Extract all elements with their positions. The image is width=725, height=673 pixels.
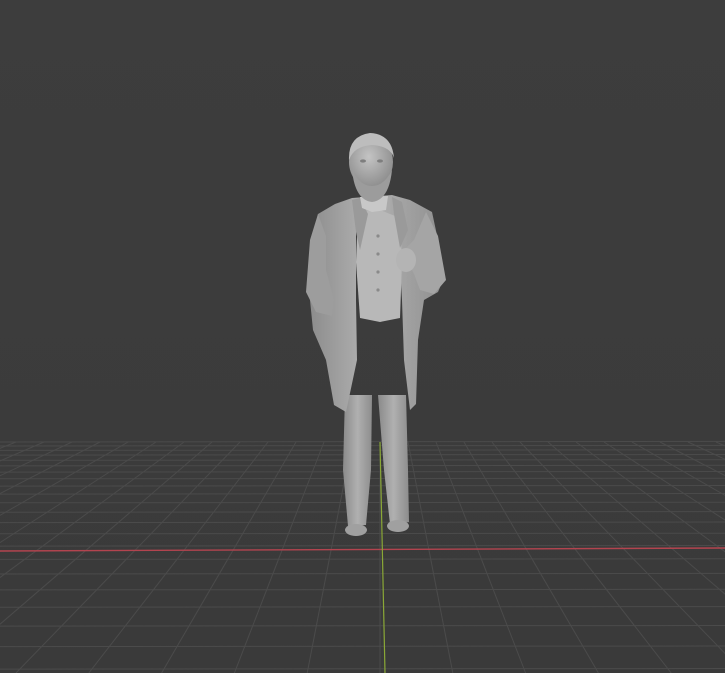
grid-line bbox=[0, 545, 725, 547]
grid-line bbox=[0, 606, 725, 608]
grid-line bbox=[0, 588, 725, 591]
grid-line bbox=[0, 668, 725, 670]
viewport-canvas[interactable] bbox=[0, 0, 725, 673]
vest-button bbox=[376, 252, 380, 256]
statue-eye bbox=[377, 159, 383, 163]
statue-right-hand bbox=[396, 248, 416, 272]
grid-line bbox=[0, 625, 725, 627]
vest-button bbox=[376, 234, 380, 238]
grid-line bbox=[0, 558, 725, 560]
statue-right-shoe bbox=[387, 520, 409, 532]
statue-eye bbox=[360, 159, 366, 163]
viewport-background bbox=[0, 0, 725, 673]
vest-button bbox=[376, 288, 380, 292]
statue-left-shoe bbox=[345, 524, 367, 536]
vest-button bbox=[376, 270, 380, 274]
grid-line bbox=[0, 572, 725, 575]
3d-viewport[interactable] bbox=[0, 0, 725, 673]
statue-left-leg bbox=[343, 395, 372, 526]
